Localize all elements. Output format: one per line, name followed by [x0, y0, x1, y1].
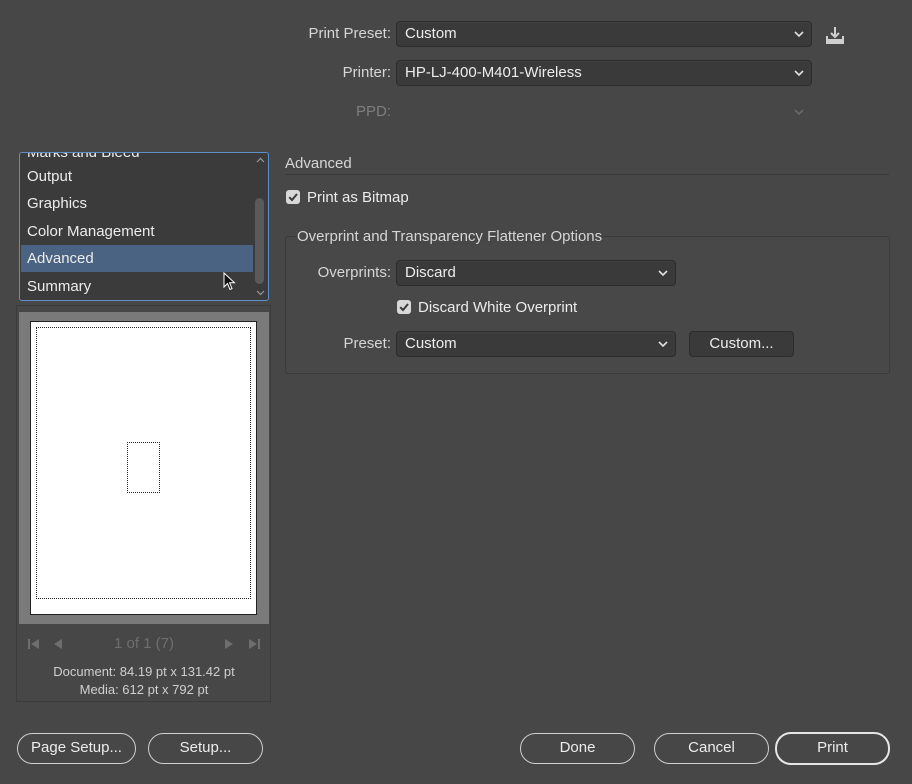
discard-white-overprint-label[interactable]: Discard White Overprint: [418, 299, 577, 316]
list-scrollbar[interactable]: [254, 154, 267, 299]
list-item-color-management[interactable]: Color Management: [21, 218, 253, 245]
print-as-bitmap-label[interactable]: Print as Bitmap: [307, 189, 409, 206]
document-size-info: Document: 84.19 pt x 131.42 pt: [53, 664, 235, 679]
list-item-output[interactable]: Output: [21, 163, 253, 190]
print-preset-value: Custom: [405, 25, 457, 42]
chevron-down-icon: [658, 270, 668, 277]
ppd-label: PPD:: [355, 103, 391, 120]
list-item-graphics[interactable]: Graphics: [21, 190, 253, 217]
document-bounds: [127, 442, 160, 493]
save-preset-icon[interactable]: [824, 24, 846, 46]
overprints-select[interactable]: Discard: [396, 260, 676, 286]
list-item-summary[interactable]: Summary: [21, 273, 253, 300]
chevron-down-icon: [794, 109, 804, 116]
section-title: Advanced: [285, 155, 352, 172]
last-page-icon[interactable]: [248, 638, 261, 650]
page-navigation: 1 of 1 (7): [19, 632, 269, 656]
printer-label: Printer:: [342, 64, 391, 81]
printer-select[interactable]: HP-LJ-400-M401-Wireless: [396, 60, 812, 86]
page-setup-button[interactable]: Page Setup...: [17, 733, 136, 764]
print-button[interactable]: Print: [775, 732, 890, 765]
scroll-thumb[interactable]: [255, 198, 264, 284]
checkmark-icon: [399, 303, 409, 312]
chevron-down-icon: [794, 70, 804, 77]
overprints-label: Overprints:: [317, 264, 391, 281]
discard-white-overprint-checkbox[interactable]: [397, 300, 411, 314]
cursor-icon: [223, 272, 236, 291]
list-item-advanced[interactable]: Advanced: [21, 245, 253, 272]
printer-value: HP-LJ-400-M401-Wireless: [405, 64, 582, 81]
scroll-up-icon[interactable]: [256, 157, 265, 163]
overprints-value: Discard: [405, 264, 456, 281]
preview-page: [30, 321, 257, 615]
print-as-bitmap-checkbox[interactable]: [286, 190, 300, 204]
media-size-info: Media: 612 pt x 792 pt: [79, 682, 209, 697]
setup-button[interactable]: Setup...: [148, 733, 263, 764]
cancel-button[interactable]: Cancel: [654, 733, 769, 764]
checkmark-icon: [288, 193, 298, 202]
scroll-down-icon[interactable]: [256, 290, 265, 296]
print-preview: [19, 312, 269, 624]
done-button[interactable]: Done: [520, 733, 635, 764]
group-title: Overprint and Transparency Flattener Opt…: [297, 228, 603, 245]
preset-value: Custom: [405, 335, 457, 352]
print-preset-label: Print Preset:: [308, 25, 391, 42]
section-divider: [285, 174, 889, 175]
chevron-down-icon: [794, 31, 804, 38]
next-page-icon[interactable]: [224, 638, 234, 650]
custom-preset-button[interactable]: Custom...: [689, 331, 794, 357]
preset-select[interactable]: Custom: [396, 331, 676, 357]
print-preset-select[interactable]: Custom: [396, 21, 812, 47]
preset-label: Preset:: [343, 335, 391, 352]
ppd-select: [396, 99, 812, 125]
chevron-down-icon: [658, 341, 668, 348]
